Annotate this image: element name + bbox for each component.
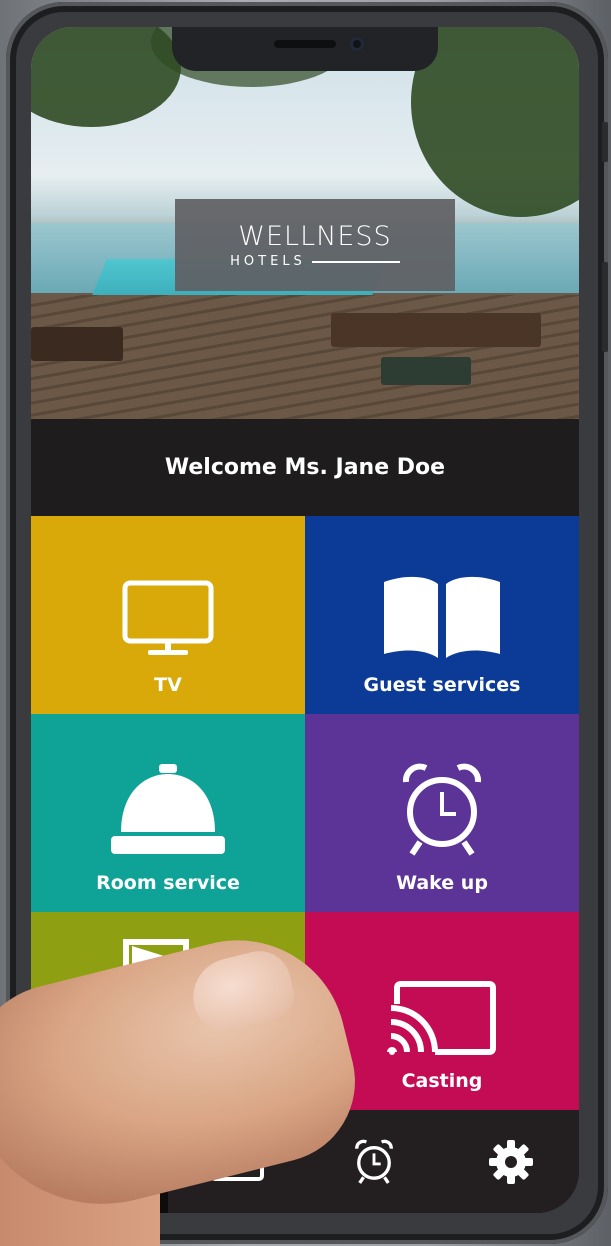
logo-subtitle: HOTELS (230, 254, 306, 269)
tv-label: TV (154, 674, 182, 696)
tv-icon (122, 580, 214, 655)
casting-label: Casting (401, 1070, 483, 1092)
nav-settings[interactable] (442, 1110, 579, 1213)
alarm-clock-icon (354, 1139, 393, 1184)
room-service-label: Room service (96, 872, 240, 894)
logo-underline (311, 260, 400, 263)
hero-image: WELLNESS HOTELS (31, 27, 579, 419)
welcome-text: Welcome Ms. Jane Doe (164, 455, 446, 480)
tv-tile[interactable]: TV (31, 516, 305, 714)
thumbnail-nail (185, 944, 300, 1037)
logo-wordmark: WELLNESS (238, 221, 392, 252)
hotel-logo: WELLNESS HOTELS (175, 199, 455, 291)
wake-up-tile[interactable]: Wake up (305, 714, 579, 912)
wake-up-label: Wake up (396, 872, 488, 894)
alarm-clock-icon (402, 763, 482, 856)
welcome-banner: Welcome Ms. Jane Doe (31, 419, 579, 516)
guest-services-tile[interactable]: Guest services (305, 516, 579, 714)
room-service-tile[interactable]: Room service (31, 714, 305, 912)
phone-notch (172, 27, 438, 71)
book-icon (384, 576, 500, 658)
guest-services-label: Guest services (363, 674, 521, 696)
cast-icon (387, 981, 496, 1056)
camera-icon (350, 37, 364, 51)
gear-icon (488, 1139, 533, 1184)
speaker-grille (274, 40, 336, 48)
service-bell-icon (111, 764, 225, 854)
